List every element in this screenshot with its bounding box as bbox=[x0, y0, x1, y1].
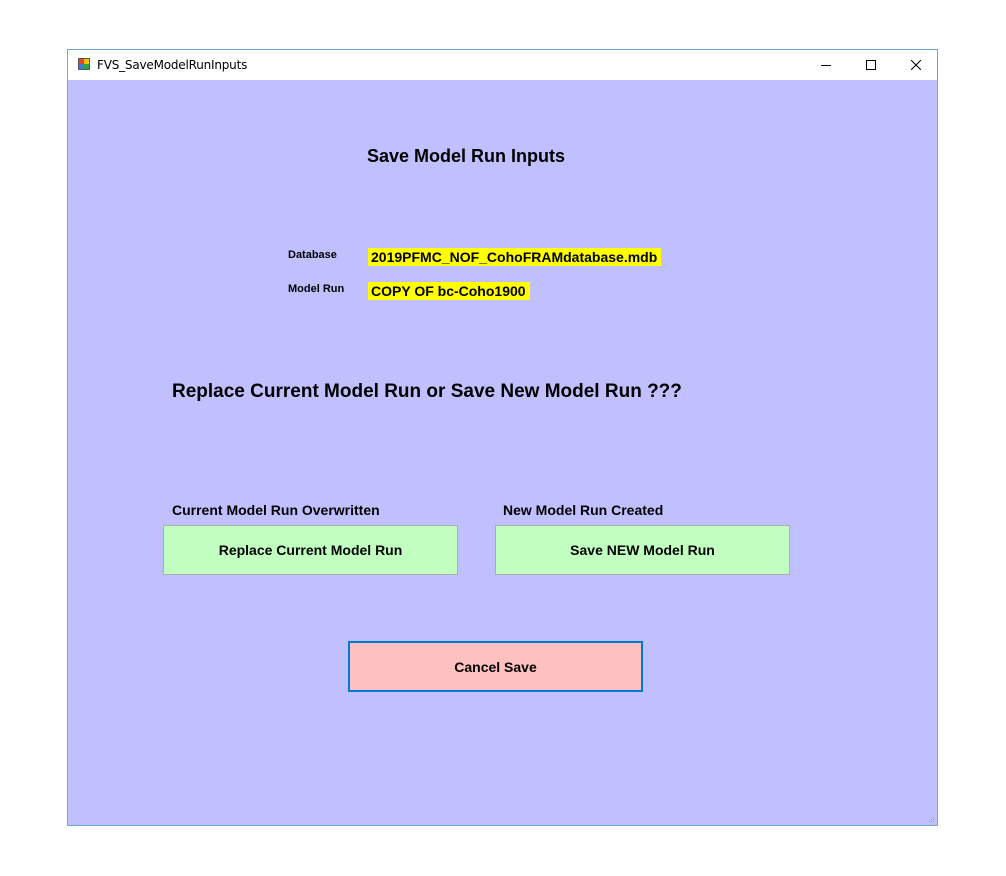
maximize-button[interactable] bbox=[848, 50, 893, 80]
save-new-model-run-button[interactable]: Save NEW Model Run bbox=[495, 525, 790, 575]
save-model-run-window: FVS_SaveModelRunInputs Save Model Run In… bbox=[67, 49, 938, 826]
model-run-value: COPY OF bc-Coho1900 bbox=[368, 282, 530, 300]
minimize-icon bbox=[820, 65, 831, 66]
replace-current-model-run-button[interactable]: Replace Current Model Run bbox=[163, 525, 458, 575]
resize-grip-icon[interactable] bbox=[927, 815, 935, 823]
model-run-label: Model Run bbox=[288, 283, 345, 295]
close-icon bbox=[910, 60, 921, 70]
page-title: Save Model Run Inputs bbox=[367, 146, 566, 166]
maximize-icon bbox=[865, 60, 876, 70]
save-new-button-label: Save NEW Model Run bbox=[570, 542, 715, 558]
save-new-caption: New Model Run Created bbox=[503, 502, 664, 518]
minimize-button[interactable] bbox=[803, 50, 848, 80]
database-value: 2019PFMC_NOF_CohoFRAMdatabase.mdb bbox=[368, 248, 662, 266]
close-button[interactable] bbox=[893, 50, 938, 80]
replace-caption: Current Model Run Overwritten bbox=[172, 502, 380, 518]
cancel-button-label: Cancel Save bbox=[454, 658, 537, 675]
database-label: Database bbox=[288, 249, 337, 261]
window-title: FVS_SaveModelRunInputs bbox=[97, 58, 248, 72]
replace-button-label: Replace Current Model Run bbox=[218, 542, 403, 558]
cancel-save-button[interactable]: Cancel Save bbox=[348, 641, 643, 692]
replace-or-save-question: Replace Current Model Run or Save New Mo… bbox=[172, 381, 682, 402]
form-body: Save Model Run Inputs Database 2019PFMC_… bbox=[68, 80, 937, 825]
title-bar[interactable]: FVS_SaveModelRunInputs bbox=[68, 50, 937, 80]
app-icon bbox=[78, 58, 90, 70]
